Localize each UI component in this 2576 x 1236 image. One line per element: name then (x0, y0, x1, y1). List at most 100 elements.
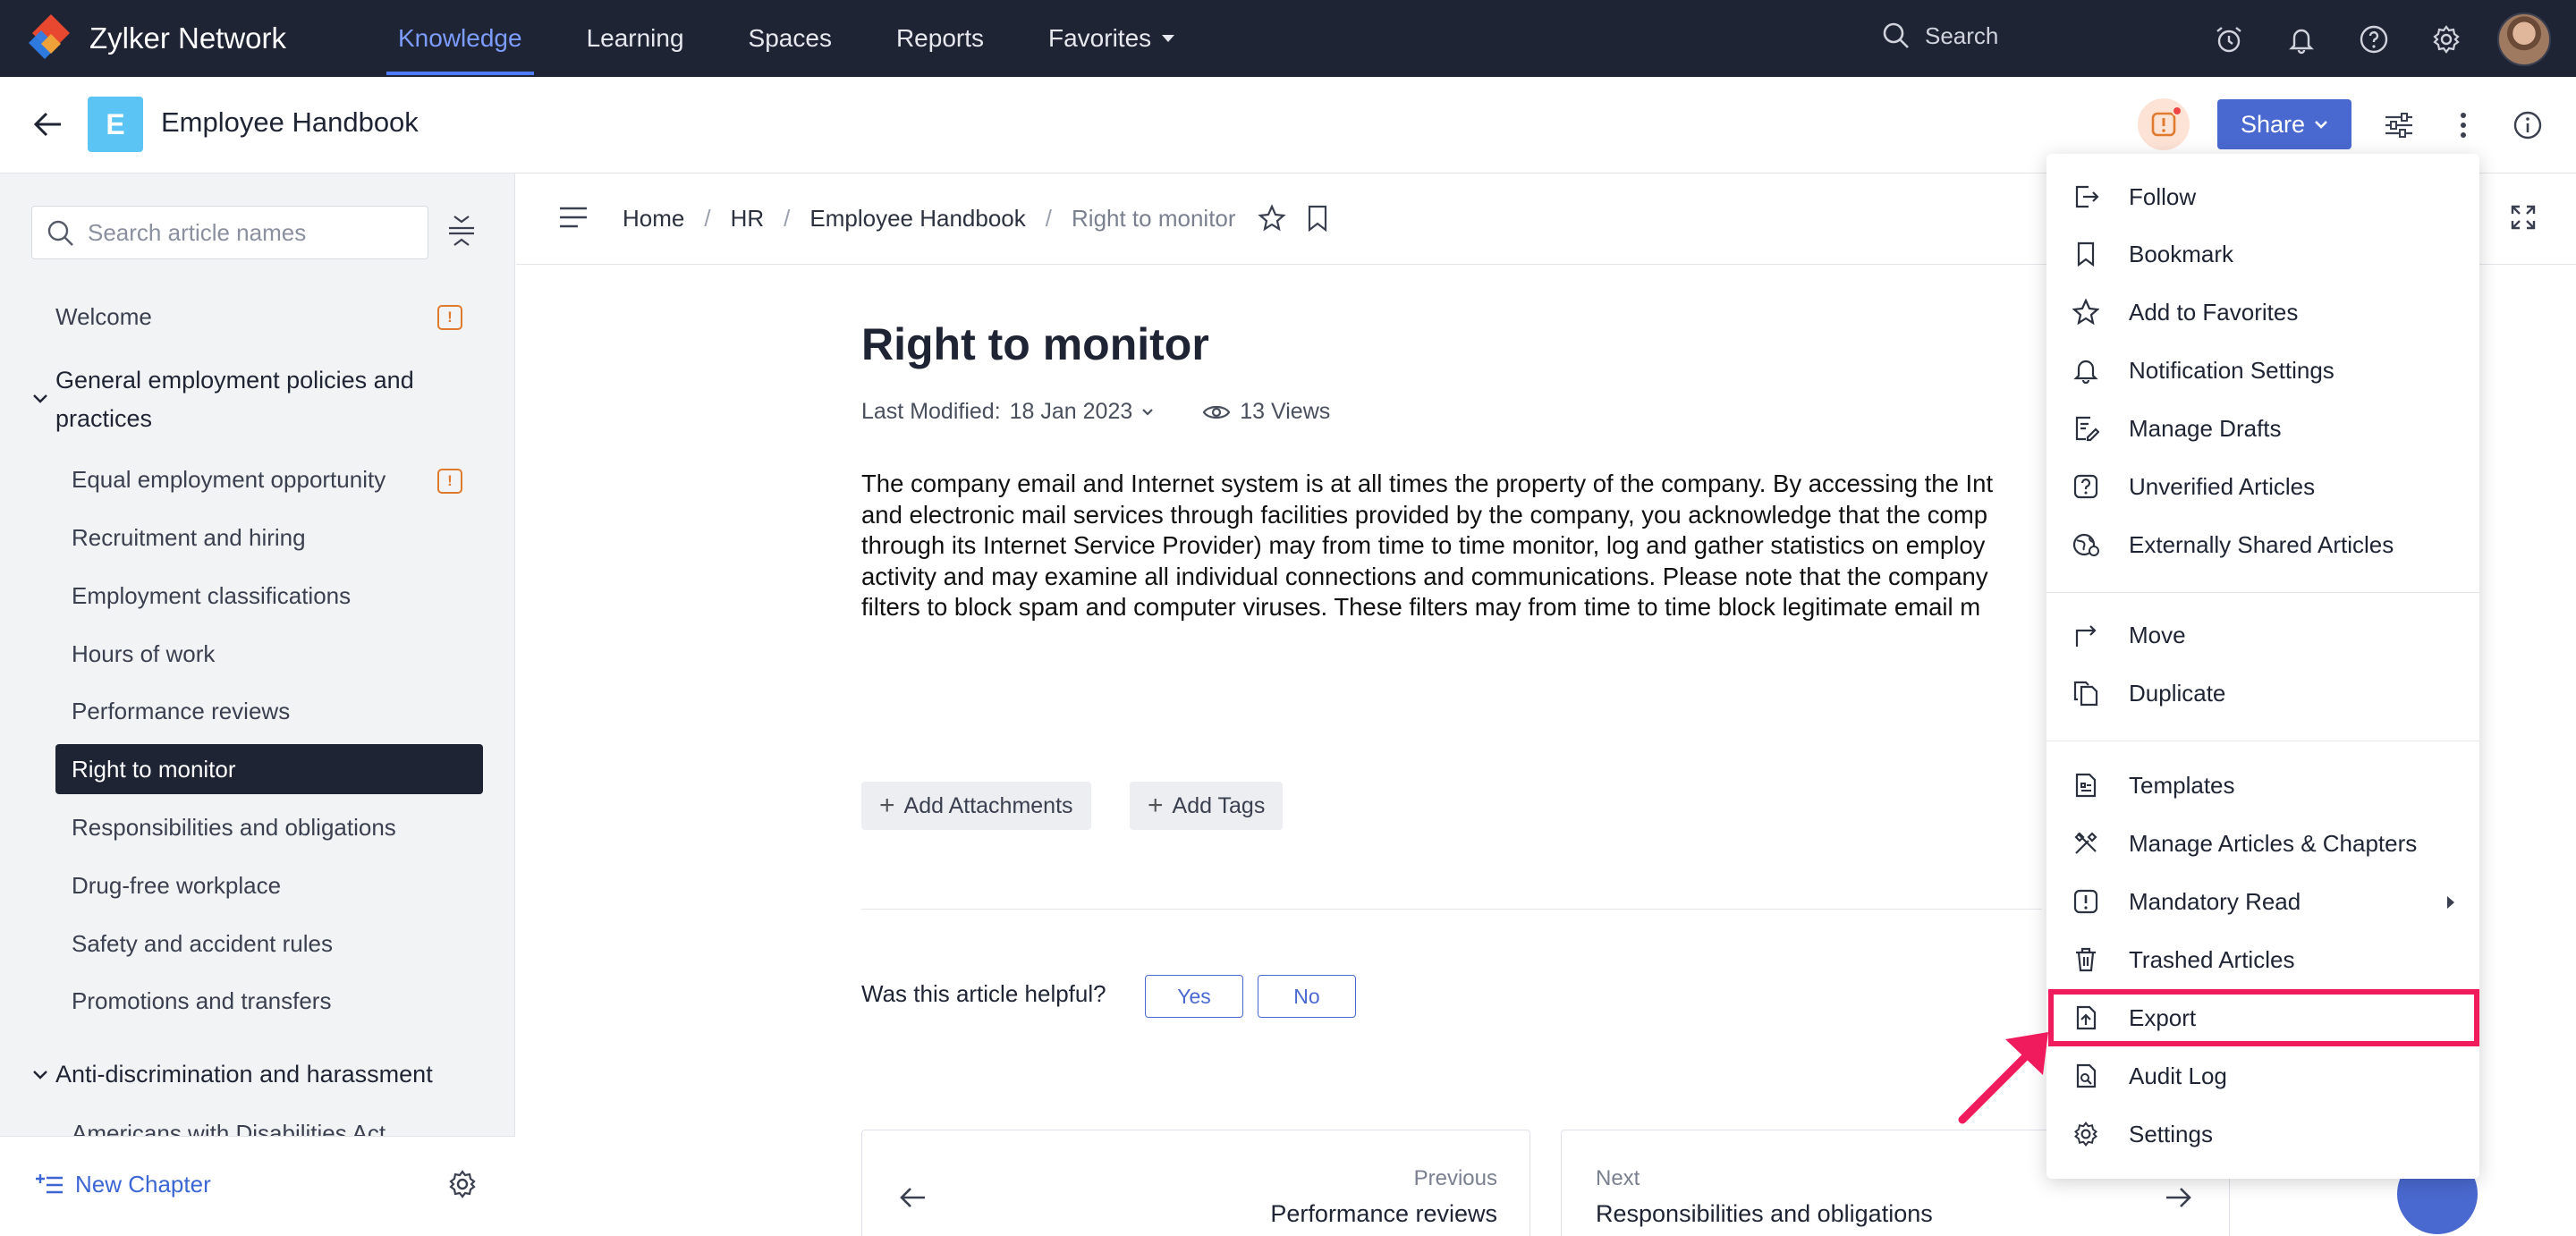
tree-item-safety[interactable]: Safety and accident rules (72, 930, 333, 958)
menu-label: Settings (2129, 1120, 2213, 1147)
section-title-line2: practices (55, 405, 153, 432)
tree-item-recruitment[interactable]: Recruitment and hiring (72, 524, 306, 552)
menu-item-externally-shared[interactable]: Externally Shared Articles (2046, 516, 2479, 573)
chevron-down-icon (2315, 121, 2327, 129)
body-line: through its Internet Service Provider) m… (861, 531, 1986, 559)
menu-label: Duplicate (2129, 679, 2226, 707)
menu-item-settings[interactable]: Settings (2046, 1105, 2479, 1163)
main-nav: Knowledge Learning Spaces Reports Favori… (374, 0, 1215, 77)
gear-icon[interactable] (447, 1169, 478, 1204)
tree-item-ada[interactable]: Americans with Disabilities Act (72, 1120, 386, 1136)
article-meta: Last Modified: 18 Jan 2023 13 Views (861, 399, 1330, 425)
zylker-logo-icon (25, 13, 77, 64)
tree-item-equal-employment[interactable]: Equal employment opportunity (72, 466, 386, 494)
alert-square-icon (2072, 887, 2100, 916)
menu-item-add-to-favorites[interactable]: Add to Favorites (2046, 284, 2479, 341)
tree-item-right-to-monitor[interactable]: Right to monitor (55, 744, 483, 794)
tree-section-anti-discrimination[interactable]: Anti-discrimination and harassment (55, 1061, 433, 1088)
no-button[interactable]: No (1258, 975, 1356, 1018)
menu-label: Unverified Articles (2129, 472, 2316, 500)
menu-item-manage-drafts[interactable]: Manage Drafts (2046, 400, 2479, 457)
search-icon (47, 220, 73, 246)
article-title: Right to monitor (861, 319, 1209, 369)
mandatory-icon: ! (437, 469, 462, 494)
tree-item-hours[interactable]: Hours of work (72, 640, 215, 668)
body-line: activity and may examine all individual … (861, 562, 1988, 590)
chevron-down-icon[interactable] (32, 394, 48, 404)
menu-item-audit-log[interactable]: Audit Log (2046, 1047, 2479, 1105)
tree-item-welcome[interactable]: Welcome (55, 303, 152, 331)
bookmark-icon[interactable] (1306, 204, 1329, 237)
menu-item-mandatory-read[interactable]: Mandatory Read (2046, 873, 2479, 930)
share-button[interactable]: Share (2217, 99, 2351, 149)
sliders-icon[interactable] (2379, 106, 2419, 145)
more-vertical-icon[interactable] (2444, 106, 2483, 145)
last-modified-date[interactable]: 18 Jan 2023 (1010, 399, 1133, 425)
crumb-home[interactable]: Home (623, 205, 684, 233)
back-arrow-icon[interactable] (32, 111, 63, 142)
section-title-line1: General employment policies and (55, 367, 414, 394)
article-body: The company email and Internet system is… (861, 469, 2042, 623)
alarm-clock-icon[interactable] (2209, 20, 2249, 59)
menu-label: Manage Drafts (2129, 414, 2282, 442)
tree-item-classifications[interactable]: Employment classifications (72, 582, 351, 610)
menu-item-export[interactable]: Export (2046, 989, 2479, 1046)
tree-item-responsibilities[interactable]: Responsibilities and obligations (72, 814, 396, 842)
chevron-down-icon[interactable] (1141, 408, 1154, 417)
chevron-down-icon[interactable] (32, 1070, 48, 1080)
hamburger-menu-icon[interactable] (558, 206, 589, 233)
user-avatar[interactable] (2497, 13, 2551, 66)
next-label: Next (1596, 1166, 1640, 1190)
mandatory-alert-button[interactable] (2138, 98, 2190, 150)
star-icon[interactable] (1258, 204, 1286, 237)
new-chapter-label: New Chapter (75, 1171, 211, 1198)
add-attachments-button[interactable]: + Add Attachments (861, 782, 1091, 830)
body-line: The company email and Internet system is… (861, 470, 1994, 497)
info-icon[interactable] (2508, 106, 2547, 145)
book-badge: E (88, 97, 143, 152)
crumb-handbook[interactable]: Employee Handbook (809, 205, 1025, 233)
menu-item-move[interactable]: Move (2046, 606, 2479, 664)
content-divider (861, 909, 2042, 910)
menu-item-bookmark[interactable]: Bookmark (2046, 225, 2479, 283)
crumb-hr[interactable]: HR (731, 205, 765, 233)
bell-icon (2072, 356, 2100, 385)
tree-item-drug-free[interactable]: Drug-free workplace (72, 872, 281, 900)
menu-item-manage-articles-chapters[interactable]: Manage Articles & Chapters (2046, 815, 2479, 872)
previous-article-card[interactable]: Previous Performance reviews (861, 1130, 1530, 1236)
top-navbar: Zylker Network Knowledge Learning Spaces… (0, 0, 2576, 77)
menu-item-templates[interactable]: Templates (2046, 757, 2479, 814)
question-square-icon (2072, 472, 2100, 501)
new-chapter-button[interactable]: New Chapter (36, 1171, 211, 1198)
search-icon (1883, 22, 1909, 48)
yes-button[interactable]: Yes (1145, 975, 1243, 1018)
menu-item-trashed-articles[interactable]: Trashed Articles (2046, 931, 2479, 988)
notification-dot (2172, 106, 2182, 116)
arrow-left-icon (900, 1188, 925, 1207)
nav-reports[interactable]: Reports (872, 0, 1008, 77)
global-search[interactable]: Search (1882, 21, 1998, 50)
add-tags-button[interactable]: + Add Tags (1130, 782, 1284, 830)
nav-spaces[interactable]: Spaces (724, 0, 856, 77)
menu-item-duplicate[interactable]: Duplicate (2046, 665, 2479, 722)
help-icon[interactable] (2354, 20, 2394, 59)
tree-item-performance[interactable]: Performance reviews (72, 698, 290, 725)
menu-item-notification-settings[interactable]: Notification Settings (2046, 342, 2479, 399)
fullscreen-icon[interactable] (2510, 204, 2537, 235)
eye-icon (1202, 405, 1231, 419)
helpful-question: Was this article helpful? (861, 980, 1106, 1007)
brand-logo[interactable]: Zylker Network (25, 13, 374, 64)
gear-icon[interactable] (2427, 20, 2466, 59)
menu-item-follow[interactable]: Follow (2046, 168, 2479, 225)
star-icon (2072, 298, 2100, 326)
tree-section-general[interactable]: General employment policies and practice… (55, 367, 414, 433)
nav-favorites[interactable]: Favorites (1024, 0, 1199, 77)
collapse-expand-icon[interactable] (447, 215, 476, 251)
menu-item-unverified-articles[interactable]: Unverified Articles (2046, 458, 2479, 515)
menu-label: Templates (2129, 771, 2235, 799)
article-search-input[interactable]: Search article names (31, 206, 428, 259)
nav-knowledge[interactable]: Knowledge (374, 0, 547, 77)
nav-learning[interactable]: Learning (563, 0, 708, 77)
bell-icon[interactable] (2282, 20, 2321, 59)
tree-item-promotions[interactable]: Promotions and transfers (72, 987, 331, 1015)
